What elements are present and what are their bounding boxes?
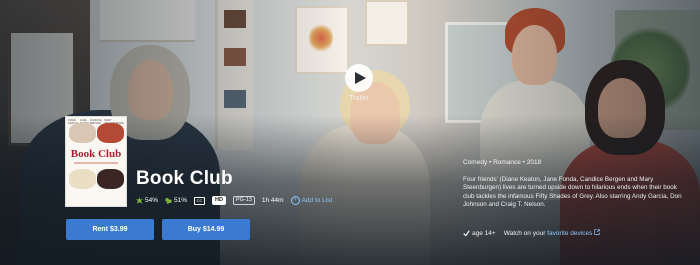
age-rating: age 14+ [463,230,496,237]
poster-title: Book Club [70,148,122,160]
watch-devices: Watch on your favorite devices [504,229,600,237]
tomato-splat-icon [136,197,143,204]
closed-captions-icon: CC [194,196,206,205]
poster-portrait [97,169,124,189]
rating-badge: PG-13 [232,196,255,205]
play-icon [355,72,366,84]
trailer-label: Trailer [349,95,369,102]
critics-score-value: 54% [145,197,159,204]
genre-line: Comedy • Romance • 2018 [463,159,542,166]
poster-portrait [69,123,96,143]
movie-title: Book Club [136,168,233,189]
poster-portrait [97,123,124,143]
check-icon [463,229,470,236]
trailer-play-button[interactable] [345,64,373,92]
popcorn-spill-icon [165,198,172,204]
age-rating-label: age 14+ [472,229,496,237]
rent-button[interactable]: Rent $3.99 [66,219,154,240]
runtime: 1h 44m [261,197,284,204]
buy-button[interactable]: Buy $14.99 [162,219,250,240]
audience-score: 51% [165,197,187,204]
poster-portrait [69,169,96,189]
external-link-icon [594,229,600,235]
movie-meta-row: 54% 51% CC HD PG-13 1h 44m + Add to List [136,196,332,205]
add-to-list-label: Add to List [301,197,333,204]
watch-prefix: Watch on your [503,230,546,237]
favorite-devices-link[interactable]: favorite devices [547,230,592,237]
add-to-list-button[interactable]: + Add to List [290,196,333,205]
hd-badge: HD [212,196,226,205]
plus-circle-icon: + [290,196,300,205]
critics-score: 54% [136,197,158,204]
audience-score-value: 51% [174,197,188,204]
availability-row: age 14+ Watch on your favorite devices [463,229,600,237]
movie-description: Four friends' (Diane Keaton, Jane Fonda,… [463,176,682,208]
movie-poster[interactable]: DIANE KEATON JANE FONDA CANDICE BERGEN M… [65,116,127,207]
poster-divider [74,162,118,164]
